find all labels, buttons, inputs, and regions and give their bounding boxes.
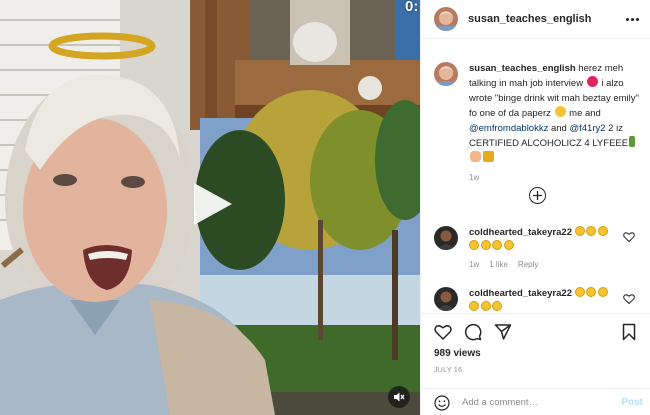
avatar[interactable]: [434, 287, 458, 311]
plus-circle-icon: [533, 191, 542, 200]
comment-timestamp[interactable]: 1w: [469, 258, 479, 272]
action-icons: [434, 323, 512, 341]
reply-button[interactable]: Reply: [518, 258, 538, 272]
comment-username[interactable]: coldhearted_takeyra22: [469, 227, 572, 238]
comment-body: coldhearted_takeyra22 1w 1 like Reply: [469, 226, 619, 272]
view-count[interactable]: 989 views: [434, 348, 481, 359]
mention-link[interactable]: @emfromdablokkz: [469, 123, 548, 134]
share-paper-plane-icon[interactable]: [494, 323, 512, 341]
caption: susan_teaches_english herez meh talking …: [434, 62, 644, 185]
avatar[interactable]: [434, 62, 458, 86]
clinking-glasses-emoji-icon: [470, 151, 481, 163]
comment-item: coldhearted_takeyra22 1w 1 like Reply: [434, 226, 644, 272]
caption-text: and: [548, 122, 570, 134]
neutral-face-emoji-icon: [586, 226, 597, 236]
like-heart-icon[interactable]: [434, 323, 452, 341]
heart-icon[interactable]: [623, 293, 635, 305]
neutral-face-emoji-icon: [492, 239, 502, 250]
avatar-image: [434, 62, 458, 86]
neutral-face-emoji-icon: [469, 239, 479, 250]
neutral-face-emoji-icon: [480, 300, 491, 311]
load-more-comments-button[interactable]: [529, 187, 546, 204]
comment-input[interactable]: [462, 397, 612, 408]
caption-timestamp[interactable]: 1w: [469, 171, 644, 185]
video-timecode: 0:: [405, 0, 419, 15]
mute-button[interactable]: [388, 386, 410, 408]
neutral-face-emoji-icon: [597, 226, 608, 236]
champagne-bottle-emoji-icon: [629, 136, 636, 148]
more-options-icon[interactable]: [623, 11, 641, 27]
heart-icon[interactable]: [623, 231, 635, 243]
comment-username[interactable]: coldhearted_takeyra22: [469, 288, 572, 299]
neutral-face-emoji-icon: [597, 287, 608, 297]
neutral-face-emoji-icon: [469, 300, 479, 311]
avatar-image: [434, 7, 458, 31]
play-icon[interactable]: [188, 181, 234, 227]
instagram-post-modal: 0: susan_teaches_english susan_teaches_e…: [0, 0, 650, 415]
post-header: susan_teaches_english: [421, 0, 650, 39]
avatar[interactable]: [434, 7, 458, 31]
caption-text: me and: [566, 108, 601, 120]
winking-tongue-emoji-icon: [554, 106, 566, 118]
avatar[interactable]: [434, 226, 458, 250]
add-comment-bar: Post: [421, 388, 650, 415]
caption-username[interactable]: susan_teaches_english: [469, 63, 576, 74]
comment-bubble-icon[interactable]: [464, 323, 482, 341]
comments-list[interactable]: susan_teaches_english herez meh talking …: [421, 40, 650, 312]
smiling-devil-emoji-icon: [586, 76, 598, 88]
neutral-face-emoji-icon: [492, 300, 502, 311]
neutral-face-emoji-icon: [586, 287, 597, 297]
neutral-face-emoji-icon: [503, 239, 514, 250]
comment-meta: 1w 1 like Reply: [469, 258, 619, 272]
post-actions: 989 views JULY 16 Post: [421, 313, 650, 415]
speaker-muted-icon: [394, 392, 405, 402]
avatar-image: [434, 287, 458, 311]
comment-body: coldhearted_takeyra22: [469, 287, 619, 312]
beer-mug-emoji-icon: [483, 151, 494, 163]
post-sidebar: susan_teaches_english susan_teaches_engl…: [420, 0, 650, 415]
emoji-picker-icon[interactable]: [434, 394, 450, 411]
mention-link[interactable]: @f41ry2: [569, 123, 605, 134]
neutral-face-emoji-icon: [480, 239, 491, 250]
post-comment-button[interactable]: Post: [621, 397, 643, 408]
bookmark-icon[interactable]: [620, 323, 638, 341]
comment-item: coldhearted_takeyra22: [434, 287, 644, 312]
header-username[interactable]: susan_teaches_english: [468, 13, 592, 25]
avatar-image: [434, 226, 458, 250]
post-date[interactable]: JULY 16: [434, 367, 462, 374]
comment-likes[interactable]: 1 like: [489, 258, 508, 272]
neutral-face-emoji-icon: [574, 226, 585, 236]
video-player[interactable]: 0:: [0, 0, 420, 415]
neutral-face-emoji-icon: [574, 287, 585, 297]
caption-body: susan_teaches_english herez meh talking …: [469, 62, 644, 185]
